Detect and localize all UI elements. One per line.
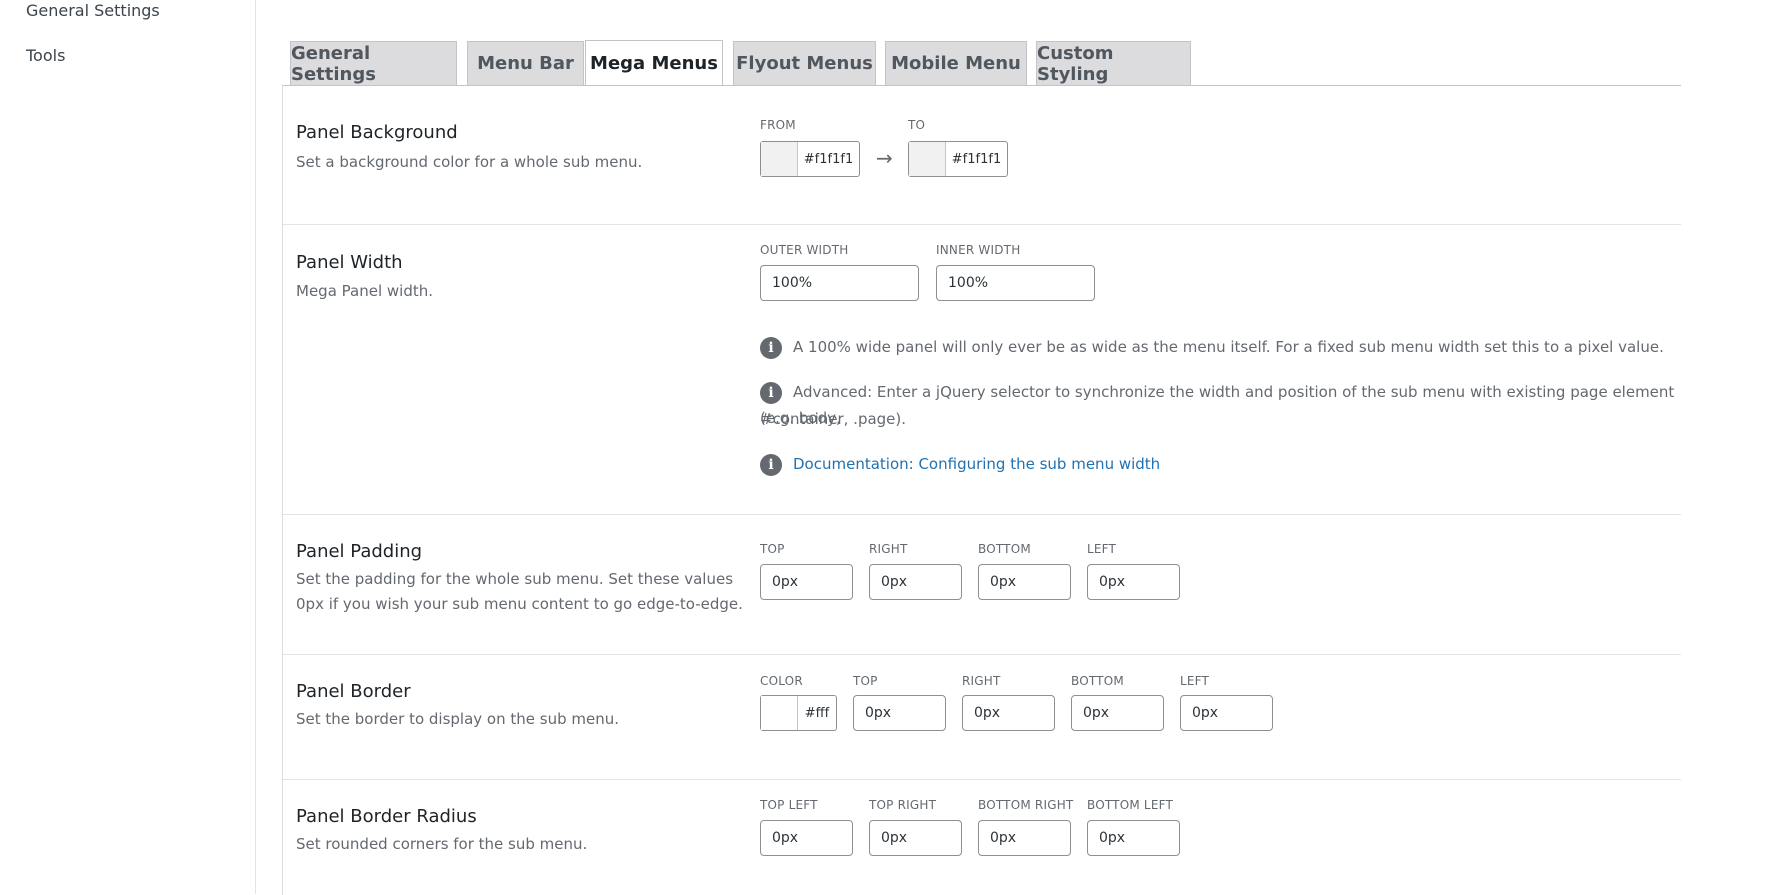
border-color-label: COLOR — [760, 674, 803, 688]
row-title: Panel Border Radius — [296, 806, 477, 827]
outer-width-label: OUTER WIDTH — [760, 243, 849, 257]
row-description: 0px if you wish your sub menu content to… — [296, 595, 743, 613]
panel-background-row: Panel Background Set a background color … — [283, 86, 1681, 225]
padding-right-label: RIGHT — [869, 542, 908, 556]
info-icon: i — [760, 453, 782, 476]
row-title: Panel Width — [296, 252, 403, 273]
documentation-link[interactable]: Documentation: Configuring the sub menu … — [793, 455, 1160, 473]
sidebar-item-general-settings[interactable]: General Settings — [26, 1, 160, 20]
outer-width-input[interactable]: 100% — [760, 265, 919, 301]
note-text: A 100% wide panel will only ever be as w… — [793, 338, 1664, 356]
width-note: i A 100% wide panel will only ever be as … — [760, 334, 1664, 360]
from-label: FROM — [760, 118, 796, 132]
row-title: Panel Background — [296, 122, 458, 143]
color-value: #fff — [804, 705, 830, 721]
settings-panel: Panel Background Set a background color … — [282, 85, 1681, 895]
color-value: #f1f1f1 — [951, 151, 1002, 167]
tab-mobile-menu[interactable]: Mobile Menu — [885, 41, 1027, 85]
padding-left-label: LEFT — [1087, 542, 1117, 556]
row-title: Panel Border — [296, 681, 411, 702]
padding-top-label: TOP — [760, 542, 785, 556]
row-description: Set the border to display on the sub men… — [296, 710, 619, 728]
arrow-right-icon: → — [876, 146, 893, 170]
info-icon: i — [760, 336, 782, 359]
tab-menu-bar[interactable]: Menu Bar — [467, 41, 584, 85]
row-title: Panel Padding — [296, 541, 423, 562]
info-icon: i — [760, 381, 782, 404]
color-swatch — [761, 142, 798, 176]
color-value: #f1f1f1 — [803, 151, 854, 167]
inner-width-input[interactable]: 100% — [936, 265, 1095, 301]
border-bottom-input[interactable]: 0px — [1071, 695, 1164, 731]
border-left-label: LEFT — [1180, 674, 1210, 688]
border-top-label: TOP — [853, 674, 878, 688]
panel-border-row: Panel Border Set the border to display o… — [283, 655, 1681, 780]
sidebar: General Settings Tools — [0, 0, 256, 894]
panel-border-radius-row: Panel Border Radius Set rounded corners … — [283, 780, 1681, 895]
padding-bottom-label: BOTTOM — [978, 542, 1031, 556]
border-bottom-label: BOTTOM — [1071, 674, 1124, 688]
row-description: Set the padding for the whole sub menu. … — [296, 570, 734, 588]
tab-flyout-menus[interactable]: Flyout Menus — [733, 41, 876, 85]
tab-general-settings[interactable]: General Settings — [290, 41, 457, 85]
radius-top-right-input[interactable]: 0px — [869, 820, 962, 856]
padding-right-input[interactable]: 0px — [869, 564, 962, 600]
padding-top-input[interactable]: 0px — [760, 564, 853, 600]
border-color-picker[interactable]: #fff — [760, 695, 837, 731]
border-left-input[interactable]: 0px — [1180, 695, 1273, 731]
radius-bottom-right-label: BOTTOM RIGHT — [978, 798, 1074, 812]
radius-bottom-right-input[interactable]: 0px — [978, 820, 1071, 856]
documentation-note: i Documentation: Configuring the sub menu… — [760, 451, 1160, 477]
inner-width-label: INNER WIDTH — [936, 243, 1021, 257]
advanced-note-continued: #container, .page). — [760, 410, 907, 428]
row-description: Set a background color for a whole sub m… — [296, 153, 643, 171]
padding-bottom-input[interactable]: 0px — [978, 564, 1071, 600]
tab-custom-styling[interactable]: Custom Styling — [1036, 41, 1191, 85]
radius-top-left-input[interactable]: 0px — [760, 820, 853, 856]
padding-left-input[interactable]: 0px — [1087, 564, 1180, 600]
tab-mega-menus[interactable]: Mega Menus — [585, 40, 723, 86]
from-color-picker[interactable]: #f1f1f1 — [760, 141, 860, 177]
row-description: Set rounded corners for the sub menu. — [296, 835, 588, 853]
color-swatch — [761, 696, 798, 730]
to-label: TO — [908, 118, 926, 132]
radius-top-left-label: TOP LEFT — [760, 798, 818, 812]
border-top-input[interactable]: 0px — [853, 695, 946, 731]
color-swatch — [909, 142, 946, 176]
border-right-input[interactable]: 0px — [962, 695, 1055, 731]
sidebar-item-tools[interactable]: Tools — [26, 46, 65, 65]
panel-width-row: Panel Width Mega Panel width. OUTER WIDT… — [283, 225, 1681, 515]
to-color-picker[interactable]: #f1f1f1 — [908, 141, 1008, 177]
border-right-label: RIGHT — [962, 674, 1001, 688]
panel-padding-row: Panel Padding Set the padding for the wh… — [283, 515, 1681, 655]
radius-bottom-left-input[interactable]: 0px — [1087, 820, 1180, 856]
row-description: Mega Panel width. — [296, 282, 433, 300]
radius-bottom-left-label: BOTTOM LEFT — [1087, 798, 1174, 812]
radius-top-right-label: TOP RIGHT — [869, 798, 937, 812]
